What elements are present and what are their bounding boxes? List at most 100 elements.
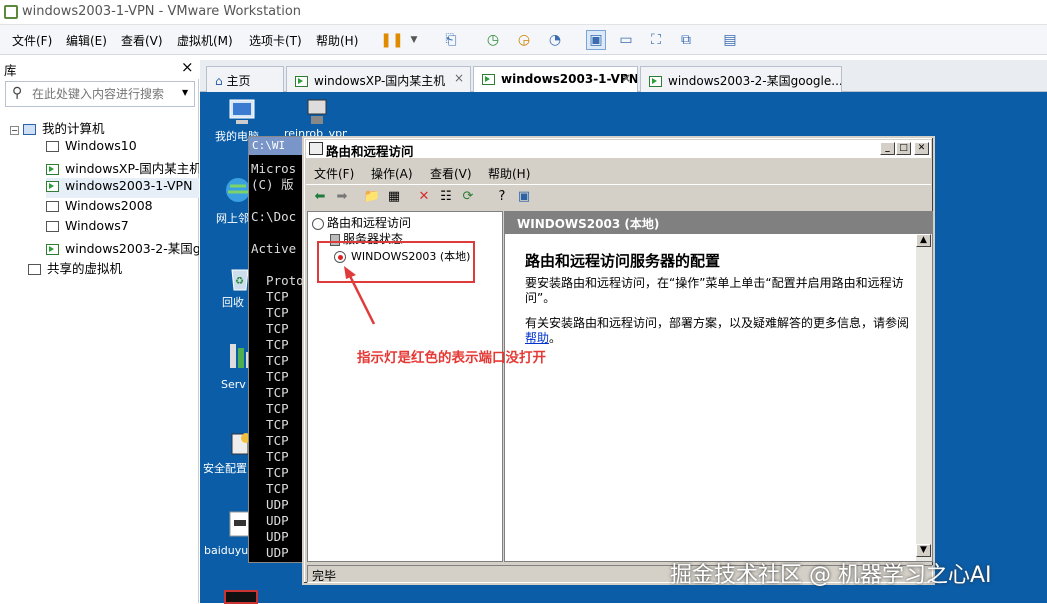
tab-label: windowsXP-国内某主机	[314, 74, 446, 88]
tree-my-computer[interactable]: − 我的计算机	[10, 118, 105, 138]
console-icon[interactable]: ▣	[514, 187, 534, 205]
vm-running-icon	[649, 76, 662, 87]
menu-view[interactable]: 查看(V)	[121, 32, 163, 49]
para2-suffix: 。	[549, 331, 562, 345]
maximize-button[interactable]: □	[896, 142, 911, 155]
snapshot-icon[interactable]: ◷	[483, 30, 503, 50]
tab-close-icon[interactable]: ×	[621, 71, 631, 85]
forward-icon[interactable]: ➡	[332, 187, 352, 205]
preferences-icon[interactable]: ▤	[720, 30, 740, 50]
revert-snapshot-icon[interactable]: ◶	[514, 30, 534, 50]
tree-vm-windows2003-2[interactable]: windows2003-2-某国g	[46, 238, 199, 258]
desktop-icon-my-computer[interactable]	[222, 96, 262, 131]
help-link[interactable]: 帮助	[525, 331, 549, 345]
vm-label: Windows2008	[65, 198, 153, 213]
tab-label: windows2003-1-VPN	[501, 72, 638, 86]
vm-label: Windows10	[65, 138, 137, 153]
tab-home[interactable]: ⌂ 主页	[206, 66, 284, 92]
menu-vm[interactable]: 虚拟机(M)	[177, 32, 233, 49]
detail-para2: 有关安装路由和远程访问，部署方案，以及疑难解答的更多信息，请参阅帮助。	[525, 316, 910, 346]
cmd-title: C:\WI	[252, 139, 286, 152]
tree-vm-windows10[interactable]: Windows10	[46, 138, 137, 158]
rras-detail-pane: WINDOWS2003 (本地) 路由和远程访问服务器的配置 要安装路由和远程访…	[504, 211, 933, 562]
network-computer-icon	[307, 99, 327, 124]
refresh-icon[interactable]: ⟳	[458, 187, 478, 205]
vm-label: Windows7	[65, 218, 129, 233]
tab-label: 主页	[226, 74, 251, 88]
computer-icon	[229, 99, 255, 124]
computer-icon	[23, 124, 36, 135]
tab-close-icon[interactable]: ×	[454, 71, 464, 85]
menu-tabs[interactable]: 选项卡(T)	[249, 32, 302, 49]
tab-windowsxp[interactable]: windowsXP-国内某主机 ×	[286, 66, 471, 92]
rras-menu-view[interactable]: 查看(V)	[430, 165, 472, 182]
search-input[interactable]	[32, 85, 177, 103]
fullscreen-icon[interactable]: ⛶	[646, 30, 666, 50]
vm-icon	[46, 221, 59, 232]
shared-vm-icon	[28, 264, 41, 275]
library-close-icon[interactable]: ×	[181, 58, 194, 76]
menu-file[interactable]: 文件(F)	[12, 32, 52, 49]
desktop-label: 回收	[222, 296, 244, 309]
pause-icon[interactable]: ❚❚	[380, 30, 403, 50]
menu-edit[interactable]: 编辑(E)	[66, 32, 107, 49]
para2-text: 有关安装路由和远程访问，部署方案，以及疑难解答的更多信息，请参阅	[525, 316, 910, 330]
menu-help[interactable]: 帮助(H)	[316, 32, 358, 49]
desktop-label: 网上邻	[216, 212, 249, 225]
up-folder-icon[interactable]: 📁	[362, 187, 382, 205]
scroll-up-button[interactable]: ▲	[916, 234, 931, 247]
console-view-icon[interactable]: ▭	[616, 30, 636, 50]
minimize-button[interactable]: _	[880, 142, 895, 155]
tree-vm-windows7[interactable]: Windows7	[46, 218, 129, 238]
tree-rras-root[interactable]: 路由和远程访问	[312, 214, 411, 231]
tree-label: 路由和远程访问	[327, 216, 412, 230]
vm-label: windowsXP-国内某主机	[65, 161, 199, 176]
show-library-icon[interactable]: ▣	[586, 30, 606, 50]
guest-desktop[interactable]: 我的电脑 reinrob_vpn 网上邻 ♻ 回收 Serv 安全配置 baid…	[200, 92, 1047, 604]
show-hide-tree-icon[interactable]: ▦	[384, 187, 404, 205]
title-bar: windows2003-1-VPN - VMware Workstation	[0, 0, 1047, 25]
scroll-down-button[interactable]: ▼	[916, 544, 931, 557]
library-header: 库 ×	[0, 57, 199, 79]
vm-running-icon	[295, 76, 308, 87]
tab-bar: ⌂ 主页 windowsXP-国内某主机 × windows2003-1-VPN ×…	[200, 60, 1047, 93]
desktop-label: Serv	[221, 378, 246, 391]
unity-icon[interactable]: ⧉	[676, 30, 696, 50]
back-icon[interactable]: ⬅	[310, 187, 330, 205]
collapse-icon[interactable]: −	[10, 126, 19, 135]
cmd-output: Micros (C) 版 C:\Doc Active Proto TCP TCP…	[251, 161, 304, 560]
rras-menu-file[interactable]: 文件(F)	[314, 165, 354, 182]
svg-text:♻: ♻	[235, 276, 244, 287]
help-icon[interactable]: ?	[492, 187, 512, 205]
delete-icon[interactable]: ✕	[414, 187, 434, 205]
close-button[interactable]: ✕	[914, 142, 929, 155]
vm-label: windows2003-1-VPN	[65, 178, 193, 193]
properties-icon[interactable]: ☷	[436, 187, 456, 205]
tab-label: windows2003-2-某国google...	[668, 74, 842, 88]
tab-windows2003-2[interactable]: windows2003-2-某国google...	[640, 66, 842, 92]
send-ctrl-alt-del-icon[interactable]: ⎗	[441, 30, 461, 50]
tree-vm-windows2008[interactable]: Windows2008	[46, 198, 153, 218]
dropdown-icon[interactable]: ▼	[404, 30, 424, 50]
vertical-scrollbar[interactable]: ▲ ▼	[916, 234, 932, 561]
library-panel: 库 × ⚲ ▼ − 我的计算机 Windows10 windowsXP-国内某主机…	[0, 57, 199, 603]
search-dropdown-icon[interactable]: ▼	[182, 88, 188, 97]
library-search[interactable]: ⚲ ▼	[5, 81, 195, 107]
tab-windows2003-1[interactable]: windows2003-1-VPN ×	[473, 66, 638, 93]
vm-label: windows2003-2-某国g	[65, 241, 199, 256]
tree-vm-windowsxp[interactable]: windowsXP-国内某主机	[46, 158, 199, 178]
snapshot-manager-icon[interactable]: ◔	[545, 30, 565, 50]
rras-menu-action[interactable]: 操作(A)	[371, 165, 413, 182]
vm-running-icon	[482, 74, 495, 85]
vm-running-icon	[46, 244, 59, 255]
desktop-label-partial: reinrob_vpn	[284, 128, 347, 136]
desktop-icon-vpn[interactable]	[302, 96, 334, 131]
desktop-icon-partial[interactable]	[224, 590, 258, 604]
desktop-label: baiduyu	[204, 544, 249, 557]
tree-vm-windows2003-1[interactable]: windows2003-1-VPN	[46, 178, 199, 198]
tree-shared-vms[interactable]: 共享的虚拟机	[28, 258, 122, 278]
watermark: 掘金技术社区 @ 机器学习之心AI	[670, 563, 992, 588]
cmd-window[interactable]: C:\WI Micros (C) 版 C:\Doc Active Proto T…	[248, 136, 310, 563]
rras-menu-help[interactable]: 帮助(H)	[488, 165, 530, 182]
rras-menu-bar: 文件(F) 操作(A) 查看(V) 帮助(H)	[306, 160, 931, 182]
